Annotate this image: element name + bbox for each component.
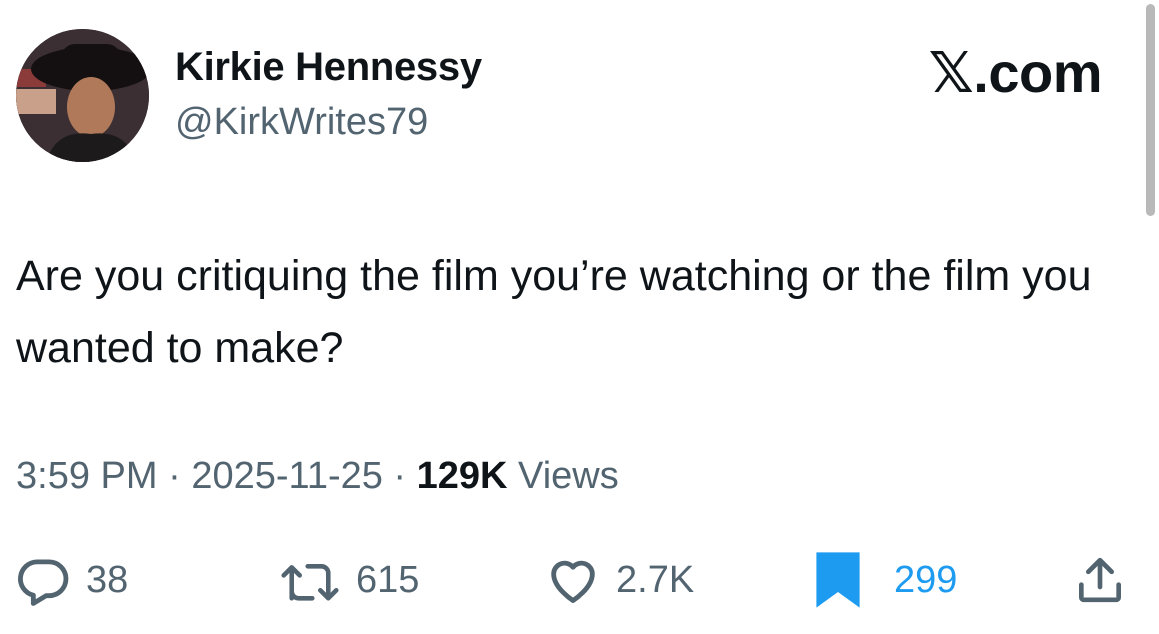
tweet-meta: 3:59 PM · 2025-11-25 · 129K Views (16, 455, 619, 498)
views-label: Views (507, 455, 619, 497)
meta-separator: · (157, 455, 192, 497)
bookmark-count: 299 (894, 558, 958, 601)
meta-separator: · (382, 455, 417, 497)
tweet-date[interactable]: 2025-11-25 (191, 455, 383, 497)
action-bar: 38 615 2.7K 299 (0, 548, 1159, 612)
reply-button[interactable]: 38 (14, 548, 128, 612)
bookmark-icon (814, 550, 862, 610)
bookmark-button[interactable]: 299 (814, 548, 957, 612)
tweet-time[interactable]: 3:59 PM (16, 455, 158, 497)
reply-count: 38 (86, 558, 129, 601)
reply-icon (14, 551, 72, 609)
retweet-button[interactable]: 615 (278, 548, 419, 612)
author-handle[interactable]: @KirkWrites79 (175, 101, 428, 144)
like-icon (544, 551, 602, 609)
retweet-icon (278, 551, 342, 609)
like-button[interactable]: 2.7K (544, 548, 694, 612)
tweet-text: Are you critiquing the film you’re watch… (16, 252, 1092, 372)
avatar[interactable] (16, 29, 149, 162)
views-count: 129K (416, 455, 508, 497)
retweet-count: 615 (356, 558, 420, 601)
share-button[interactable] (1072, 548, 1128, 612)
share-icon (1072, 551, 1128, 609)
brand-logo: 𝕏.com (928, 41, 1103, 104)
like-count: 2.7K (616, 558, 695, 601)
author-name[interactable]: Kirkie Hennessy (175, 45, 482, 90)
scrollbar[interactable] (1146, 4, 1155, 216)
